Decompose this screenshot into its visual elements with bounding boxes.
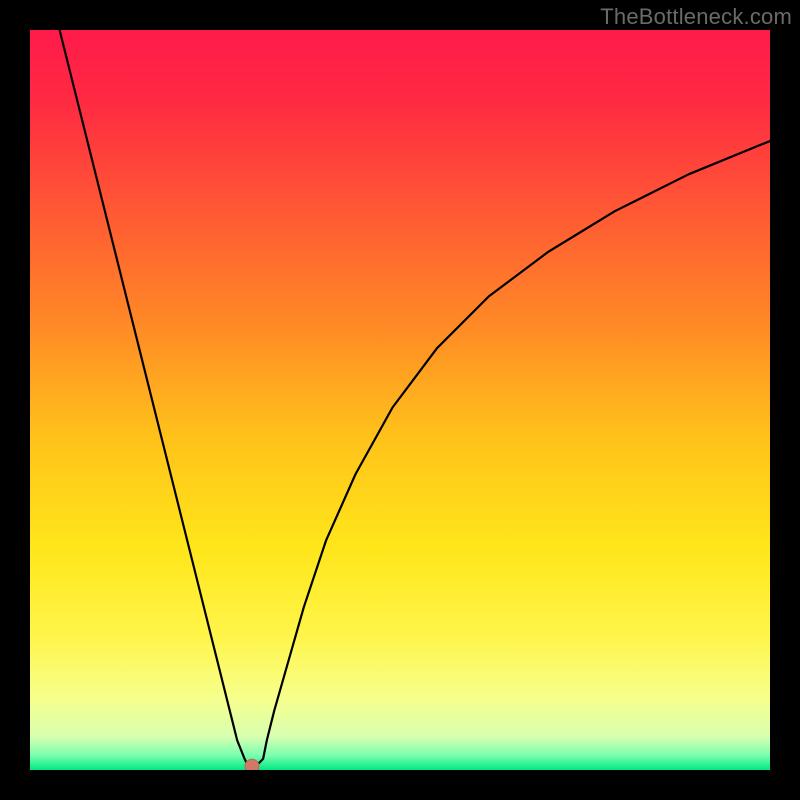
watermark-text: TheBottleneck.com (600, 4, 792, 30)
chart-frame: TheBottleneck.com (0, 0, 800, 800)
chart-plot (30, 30, 770, 770)
plot-background (30, 30, 770, 770)
marker-dot (245, 759, 259, 770)
